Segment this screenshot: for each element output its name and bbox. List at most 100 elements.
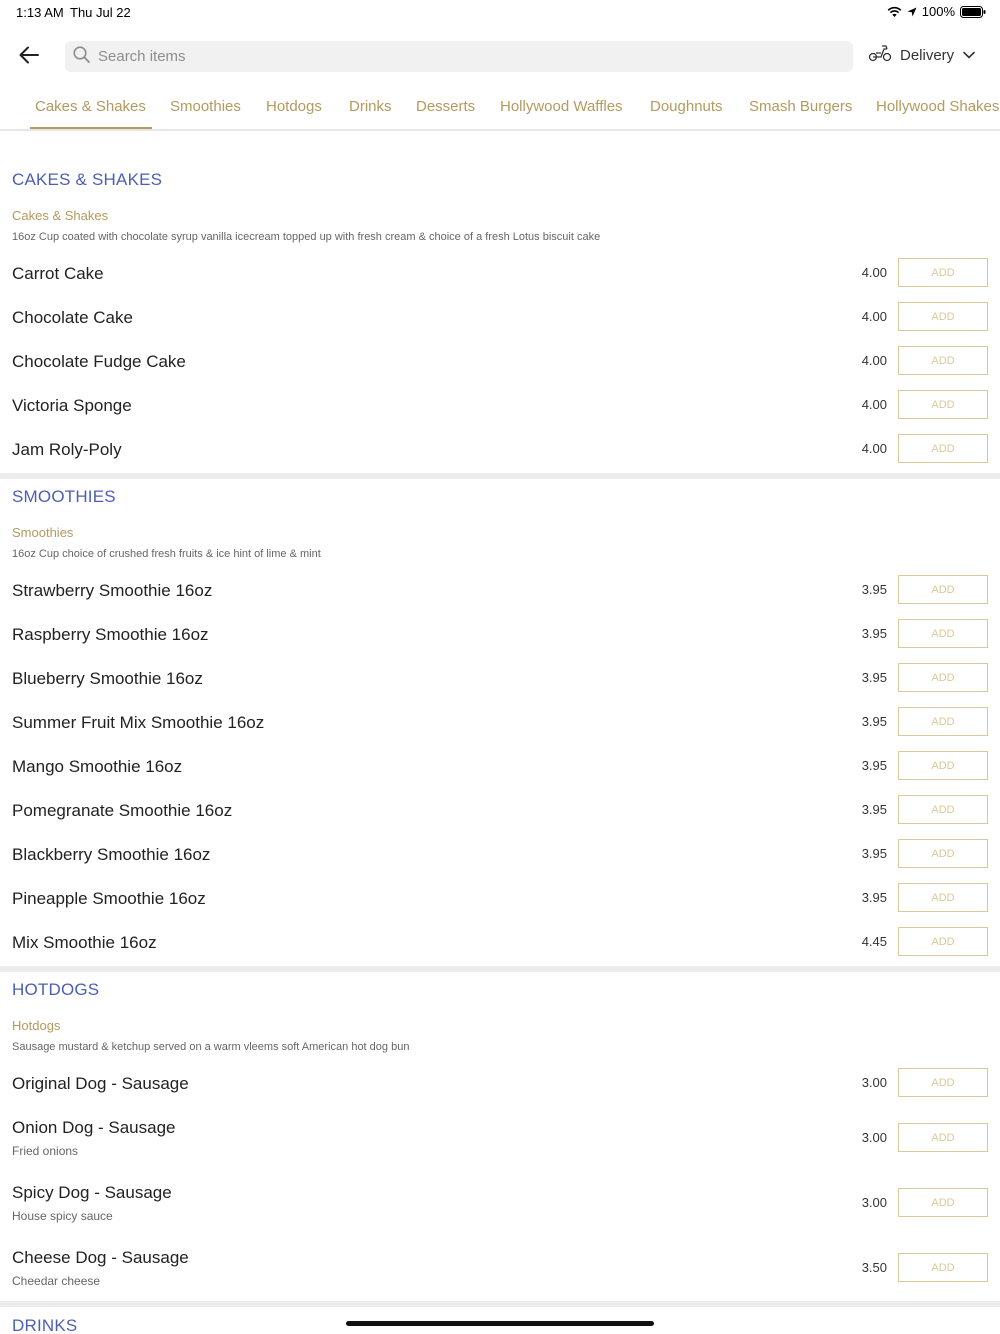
section-subtitle: Cakes & Shakes	[12, 208, 109, 223]
search-icon	[73, 45, 90, 68]
add-button[interactable]: ADD	[898, 1188, 988, 1217]
search-input[interactable]	[98, 48, 798, 65]
menu-item-price: 3.00	[861, 1130, 887, 1145]
menu-item-name[interactable]: Raspberry Smoothie 16oz	[12, 625, 209, 645]
section-title-cakes-shakes: CAKES & SHAKES	[12, 170, 163, 189]
menu-item-name[interactable]: Blackberry Smoothie 16oz	[12, 845, 210, 865]
add-button[interactable]: ADD	[898, 575, 988, 604]
add-button[interactable]: ADD	[898, 1068, 988, 1097]
section-subtitle: Hotdogs	[12, 1018, 61, 1033]
menu-item-price: 4.00	[861, 397, 887, 412]
menu-item-name[interactable]: Chocolate Fudge Cake	[12, 352, 186, 372]
location-arrow-icon	[907, 7, 917, 17]
tab-hollywood-waffles[interactable]: Hollywood Waffles	[500, 98, 623, 115]
battery-icon	[960, 5, 986, 18]
menu-item-price: 4.00	[861, 441, 887, 456]
menu-item-price: 3.50	[861, 1260, 887, 1275]
menu-item-price: 4.45	[861, 934, 887, 949]
tab-smoothies[interactable]: Smoothies	[170, 98, 241, 115]
menu-item-name[interactable]: Pineapple Smoothie 16oz	[12, 889, 206, 909]
section-description: 16oz Cup coated with chocolate syrup van…	[12, 231, 601, 243]
menu-item-price: 3.95	[861, 582, 887, 597]
menu-item-price: 3.95	[861, 846, 887, 861]
scooter-icon	[868, 44, 892, 66]
menu-item-name[interactable]: Summer Fruit Mix Smoothie 16oz	[12, 713, 264, 733]
add-button[interactable]: ADD	[898, 795, 988, 824]
section-divider	[0, 966, 1000, 972]
add-button[interactable]: ADD	[898, 302, 988, 331]
add-button[interactable]: ADD	[898, 883, 988, 912]
menu-item-price: 3.95	[861, 890, 887, 905]
menu-item-price: 3.95	[861, 626, 887, 641]
status-time: 1:13 AM	[16, 5, 64, 20]
menu-item-name[interactable]: Victoria Sponge	[12, 396, 132, 416]
menu-item-name[interactable]: Spicy Dog - Sausage	[12, 1183, 172, 1203]
section-description: Sausage mustard & ketchup served on a wa…	[12, 1041, 410, 1053]
section-title-drinks: DRINKS	[12, 1316, 78, 1334]
menu-item-price: 3.95	[861, 670, 887, 685]
section-subtitle: Smoothies	[12, 525, 74, 540]
delivery-selector[interactable]: Delivery	[868, 44, 976, 66]
back-button[interactable]	[14, 42, 44, 72]
add-button[interactable]: ADD	[898, 707, 988, 736]
status-bar: 1:13 AM Thu Jul 22 100%	[0, 0, 1000, 24]
add-button[interactable]: ADD	[898, 663, 988, 692]
chevron-down-icon	[962, 47, 976, 64]
menu-item-price: 3.00	[861, 1075, 887, 1090]
back-arrow-icon	[19, 46, 39, 69]
tab-drinks[interactable]: Drinks	[349, 98, 392, 115]
section-description: 16oz Cup choice of crushed fresh fruits …	[12, 548, 321, 560]
status-indicators: 100%	[887, 4, 986, 19]
tab-smash-burgers[interactable]: Smash Burgers	[749, 98, 852, 115]
menu-item-price: 4.00	[861, 353, 887, 368]
add-button[interactable]: ADD	[898, 619, 988, 648]
menu-item-name[interactable]: Strawberry Smoothie 16oz	[12, 581, 212, 601]
menu-item-price: 4.00	[861, 265, 887, 280]
menu-item-name[interactable]: Carrot Cake	[12, 264, 104, 284]
menu-item-price: 3.95	[861, 802, 887, 817]
add-button[interactable]: ADD	[898, 751, 988, 780]
add-button[interactable]: ADD	[898, 390, 988, 419]
header: Delivery	[0, 38, 1000, 76]
add-button[interactable]: ADD	[898, 258, 988, 287]
search-bar[interactable]	[65, 41, 853, 72]
menu-item-note: House spicy sauce	[12, 1209, 113, 1223]
home-indicator[interactable]	[346, 1321, 654, 1326]
menu-item-name[interactable]: Cheese Dog - Sausage	[12, 1248, 189, 1268]
category-tabs: Cakes & Shakes Smoothies Hotdogs Drinks …	[0, 88, 1000, 131]
menu-item-note: Fried onions	[12, 1144, 79, 1158]
menu-item-name[interactable]: Blueberry Smoothie 16oz	[12, 669, 203, 689]
menu-item-name[interactable]: Jam Roly-Poly	[12, 440, 122, 460]
section-title-smoothies: SMOOTHIES	[12, 487, 116, 506]
tab-doughnuts[interactable]: Doughnuts	[650, 98, 723, 115]
menu-item-price: 3.00	[861, 1195, 887, 1210]
tab-desserts[interactable]: Desserts	[416, 98, 475, 115]
menu-item-name[interactable]: Pomegranate Smoothie 16oz	[12, 801, 232, 821]
section-divider	[0, 473, 1000, 479]
section-title-hotdogs: HOTDOGS	[12, 980, 100, 999]
status-date: Thu Jul 22	[70, 5, 131, 20]
add-button[interactable]: ADD	[898, 434, 988, 463]
add-button[interactable]: ADD	[898, 346, 988, 375]
add-button[interactable]: ADD	[898, 1123, 988, 1152]
menu-item-name[interactable]: Original Dog - Sausage	[12, 1074, 189, 1094]
menu-item-name[interactable]: Mix Smoothie 16oz	[12, 933, 157, 953]
delivery-label: Delivery	[900, 46, 955, 64]
tab-cakes-shakes[interactable]: Cakes & Shakes	[35, 98, 146, 115]
menu-item-name[interactable]: Mango Smoothie 16oz	[12, 757, 182, 777]
battery-percent: 100%	[921, 4, 955, 19]
menu-item-name[interactable]: Chocolate Cake	[12, 308, 133, 328]
add-button[interactable]: ADD	[898, 1253, 988, 1282]
wifi-icon	[887, 6, 902, 18]
menu-item-note: Cheedar cheese	[12, 1274, 101, 1288]
menu-item-price: 3.95	[861, 758, 887, 773]
tab-hollywood-shakes[interactable]: Hollywood Shakes	[876, 98, 999, 115]
tab-hotdogs[interactable]: Hotdogs	[266, 98, 322, 115]
add-button[interactable]: ADD	[898, 927, 988, 956]
active-tab-indicator	[30, 127, 152, 129]
add-button[interactable]: ADD	[898, 839, 988, 868]
menu-item-price: 3.95	[861, 714, 887, 729]
section-divider	[0, 1301, 1000, 1307]
menu-item-price: 4.00	[861, 309, 887, 324]
menu-item-name[interactable]: Onion Dog - Sausage	[12, 1118, 176, 1138]
